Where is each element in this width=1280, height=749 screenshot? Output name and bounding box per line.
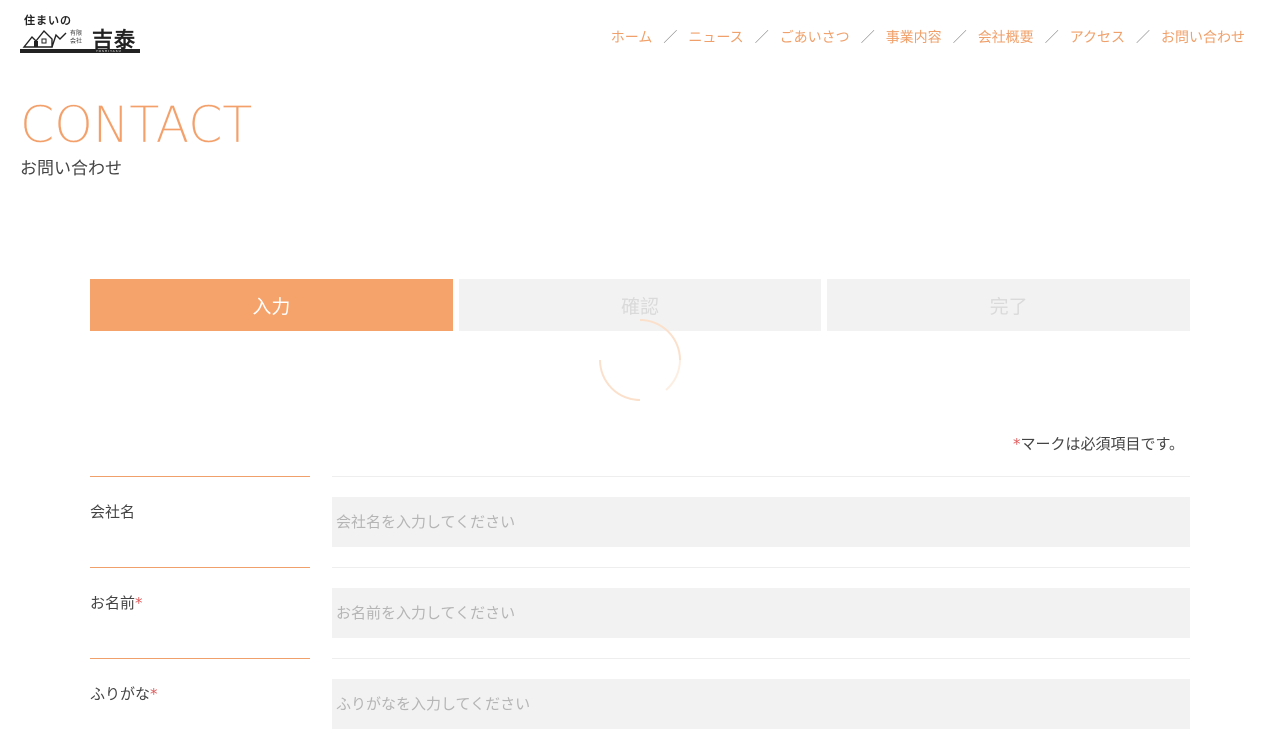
step-complete: 完了	[827, 279, 1191, 331]
furigana-label: ふりがな*	[90, 685, 158, 703]
nav-separator: ／	[1136, 30, 1150, 46]
nav-item-contact[interactable]: お問い合わせ	[1161, 27, 1245, 47]
nav-item-greeting[interactable]: ごあいさつ	[780, 27, 850, 47]
site-header: 住まいの 有限会社 吉泰 YOSHIYASU ホーム ／ ニュース ／ ごあいさ…	[0, 0, 1280, 70]
company-label: 会社名	[90, 503, 136, 521]
required-asterisk: *	[135, 594, 143, 612]
field-input-cell	[332, 567, 1190, 658]
required-note-text: マークは必須項目です。	[1020, 435, 1184, 453]
field-input-cell	[332, 658, 1190, 749]
logo-underline	[20, 49, 140, 53]
nav-item-business[interactable]: 事業内容	[886, 27, 942, 47]
nav-item-access[interactable]: アクセス	[1070, 27, 1125, 47]
nav-separator: ／	[860, 30, 875, 46]
logo-romaji: YOSHIYASU	[96, 49, 122, 53]
company-input[interactable]	[332, 497, 1190, 547]
step-input: 入力	[90, 279, 453, 331]
main-nav: ホーム ／ ニュース ／ ごあいさつ ／ 事業内容 ／ 会社概要 ／ アクセス …	[611, 27, 1245, 47]
field-label-cell: ふりがな*	[90, 658, 310, 749]
nav-separator: ／	[754, 30, 769, 46]
page-title: CONTACT	[20, 96, 253, 154]
furigana-input[interactable]	[332, 679, 1190, 729]
page-subtitle: お問い合わせ	[20, 159, 122, 179]
logo-company-type: 有限会社	[70, 30, 83, 45]
nav-item-home[interactable]: ホーム	[611, 27, 653, 47]
required-fields-note: *マークは必須項目です。	[1013, 433, 1184, 454]
nav-separator: ／	[1044, 30, 1059, 46]
nav-separator: ／	[663, 30, 678, 46]
required-asterisk: *	[150, 685, 158, 703]
field-label-cell: お名前*	[90, 567, 310, 658]
name-label: お名前*	[90, 594, 143, 612]
logo-tagline: 住まいの	[24, 14, 72, 27]
field-input-cell	[332, 476, 1190, 567]
loading-spinner-icon	[599, 319, 681, 401]
nav-item-company[interactable]: 会社概要	[978, 27, 1034, 47]
field-label-cell: 会社名	[90, 476, 310, 567]
name-input[interactable]	[332, 588, 1190, 638]
company-logo[interactable]: 住まいの 有限会社 吉泰 YOSHIYASU	[20, 12, 140, 54]
house-icon	[22, 29, 67, 48]
nav-item-news[interactable]: ニュース	[688, 27, 743, 47]
nav-separator: ／	[952, 30, 967, 46]
